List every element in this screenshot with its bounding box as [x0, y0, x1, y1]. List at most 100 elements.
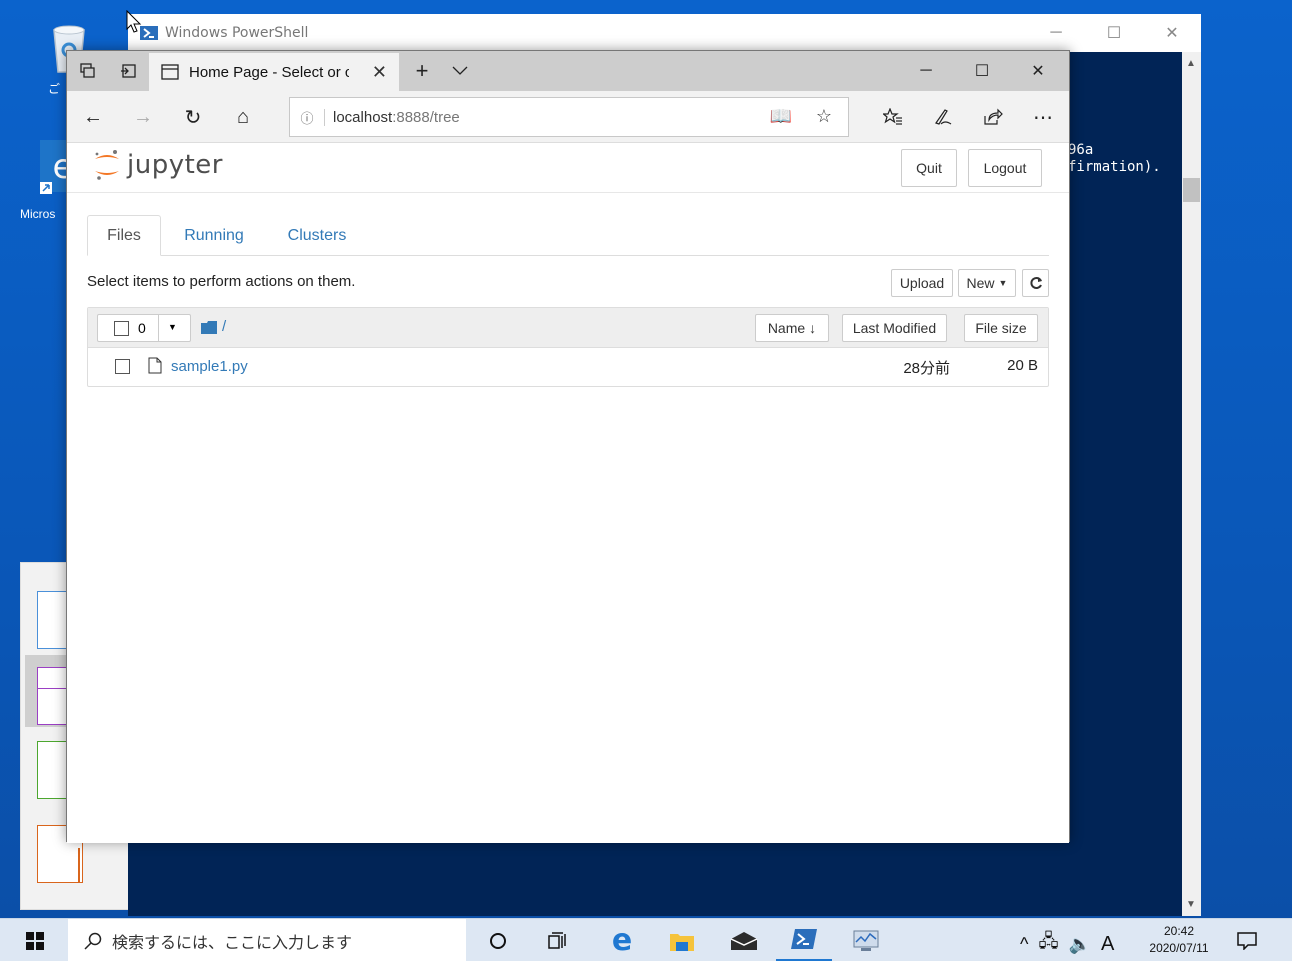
- jupyter-header: jupyter Quit Logout: [67, 143, 1069, 193]
- browser-minimize-button[interactable]: ─: [907, 51, 945, 91]
- action-center-button[interactable]: [1224, 919, 1270, 961]
- file-size: 20 B: [1007, 357, 1038, 374]
- tab-clusters[interactable]: Clusters: [275, 215, 359, 256]
- taskbar: 検索するには、ここに入力します e ^ 🖧 🔈 A 20:42 2020/07/…: [0, 918, 1292, 961]
- quit-button[interactable]: Quit: [901, 149, 957, 187]
- sort-name-button[interactable]: Name ↓: [755, 314, 829, 342]
- web-note-pen-icon[interactable]: [923, 97, 963, 137]
- favorites-hub-icon[interactable]: [873, 97, 913, 137]
- file-icon: [148, 357, 162, 374]
- url-host: localhost: [333, 108, 393, 126]
- taskbar-edge-button[interactable]: e: [594, 919, 650, 961]
- taskbar-clock[interactable]: 20:42 2020/07/11: [1136, 923, 1222, 957]
- scroll-up-icon[interactable]: ▲: [1186, 58, 1196, 69]
- powershell-titlebar[interactable]: Windows PowerShell ─ ☐ ✕: [128, 14, 1201, 52]
- refresh-icon[interactable]: ↻: [173, 97, 213, 137]
- tab-running[interactable]: Running: [173, 215, 255, 256]
- task-view-icon: [548, 931, 566, 949]
- selected-count: 0: [138, 320, 146, 336]
- powershell-minimize-button[interactable]: ─: [1028, 14, 1084, 52]
- edge-browser-window[interactable]: Home Page - Select or c ✕ + ─ ☐ ✕ ← → ↻ …: [66, 50, 1070, 843]
- taskbar-search-box[interactable]: 検索するには、ここに入力します: [68, 919, 466, 961]
- file-list-header: 0 ▼ / Name ↓ Last Modified File size: [88, 308, 1048, 348]
- notification-icon: [1237, 931, 1257, 950]
- start-button[interactable]: [10, 919, 60, 961]
- select-all-checkbox[interactable]: [114, 321, 129, 336]
- refresh-list-button[interactable]: [1022, 269, 1049, 297]
- search-placeholder: 検索するには、ここに入力します: [112, 932, 353, 952]
- upload-button[interactable]: Upload: [891, 269, 953, 297]
- mouse-cursor-icon: [126, 10, 142, 33]
- tab-files[interactable]: Files: [87, 215, 161, 256]
- jupyter-page: jupyter Quit Logout Files Running Cluste…: [67, 143, 1069, 843]
- task-view-button[interactable]: [530, 919, 586, 961]
- sort-name-label: Name: [767, 320, 806, 336]
- tabs-aside-icon[interactable]: [69, 51, 107, 91]
- more-menu-icon[interactable]: ⋯: [1023, 97, 1063, 137]
- folder-icon: [201, 321, 217, 334]
- reading-view-icon[interactable]: 📖: [770, 106, 792, 127]
- file-modified: 28分前: [903, 360, 950, 377]
- share-icon[interactable]: [973, 97, 1013, 137]
- browser-tab-home[interactable]: Home Page - Select or c ✕: [149, 53, 399, 91]
- edge-e-icon: e: [611, 922, 633, 958]
- file-explorer-icon: [670, 933, 694, 951]
- sort-file-size-button[interactable]: File size: [964, 314, 1038, 342]
- browser-tabbar: Home Page - Select or c ✕ + ─ ☐ ✕: [67, 51, 1069, 91]
- home-icon[interactable]: ⌂: [223, 97, 263, 137]
- taskbar-perfmon-button[interactable]: [838, 919, 894, 961]
- mail-icon: [730, 931, 758, 950]
- select-menu-caret-icon[interactable]: ▼: [168, 322, 177, 332]
- sort-last-modified-button[interactable]: Last Modified: [842, 314, 947, 342]
- ime-indicator[interactable]: A: [1101, 933, 1114, 956]
- volume-icon[interactable]: 🔈: [1069, 934, 1091, 955]
- powershell-maximize-button[interactable]: ☐: [1086, 14, 1142, 52]
- jupyter-logo[interactable]: jupyter: [93, 149, 223, 181]
- file-checkbox[interactable]: [115, 359, 130, 374]
- powershell-close-button[interactable]: ✕: [1144, 14, 1200, 52]
- new-tab-button[interactable]: +: [403, 51, 441, 91]
- show-hidden-icons-chevron-icon[interactable]: ^: [1020, 934, 1028, 955]
- url-text[interactable]: localhost:8888/tree: [324, 108, 460, 126]
- browser-close-button[interactable]: ✕: [1019, 51, 1057, 91]
- file-list: 0 ▼ / Name ↓ Last Modified File size sam…: [87, 307, 1049, 387]
- console-line: 96a: [1068, 142, 1094, 158]
- tab-preview-chevron-icon[interactable]: [441, 51, 479, 91]
- file-name-link[interactable]: sample1.py: [171, 358, 248, 375]
- page-icon: [161, 64, 179, 80]
- site-info-icon[interactable]: ⓘ: [290, 108, 324, 127]
- windows-logo-icon: [26, 931, 44, 950]
- powershell-scroll-thumb[interactable]: [1183, 178, 1200, 202]
- logout-button[interactable]: Logout: [968, 149, 1042, 187]
- taskbar-powershell-button[interactable]: [776, 919, 832, 961]
- set-tabs-aside-icon[interactable]: [109, 51, 147, 91]
- desktop: ご e Micros Windows PowerShell ─ ☐ ✕ 96a …: [0, 0, 1292, 918]
- breadcrumb-root[interactable]: /: [222, 318, 226, 335]
- favorite-star-icon[interactable]: ☆: [816, 106, 832, 127]
- scroll-down-icon[interactable]: ▼: [1186, 899, 1196, 910]
- cortana-button[interactable]: [470, 919, 526, 961]
- powershell-scrollbar[interactable]: ▲ ▼: [1182, 52, 1201, 916]
- url-path: :8888/tree: [392, 108, 460, 126]
- console-line: firmation).: [1068, 159, 1161, 175]
- cortana-icon: [490, 932, 506, 949]
- new-dropdown-button[interactable]: New ▼: [958, 269, 1016, 297]
- back-button[interactable]: ←: [73, 97, 113, 137]
- clock-date: 2020/07/11: [1149, 941, 1209, 955]
- browser-maximize-button[interactable]: ☐: [963, 51, 1001, 91]
- new-label: New: [966, 275, 995, 291]
- table-row[interactable]: sample1.py 28分前 20 B: [88, 348, 1048, 386]
- powershell-icon: [140, 26, 158, 40]
- taskbar-explorer-button[interactable]: [654, 919, 710, 961]
- tab-close-icon[interactable]: ✕: [372, 62, 387, 83]
- network-icon[interactable]: 🖧: [1038, 929, 1058, 959]
- browser-navbar: ← → ↻ ⌂ ⓘ localhost:8888/tree 📖 ☆ ⋯: [67, 91, 1069, 143]
- address-bar[interactable]: ⓘ localhost:8888/tree 📖 ☆: [289, 97, 849, 137]
- clock-time: 20:42: [1163, 924, 1195, 938]
- system-tray: ^ 🖧 🔈 A: [1020, 929, 1114, 959]
- select-all-group[interactable]: 0 ▼: [97, 314, 191, 342]
- selection-hint: Select items to perform actions on them.: [87, 273, 356, 290]
- caret-down-icon: ▼: [998, 278, 1008, 288]
- taskbar-mail-button[interactable]: [716, 919, 772, 961]
- forward-button[interactable]: →: [123, 97, 163, 137]
